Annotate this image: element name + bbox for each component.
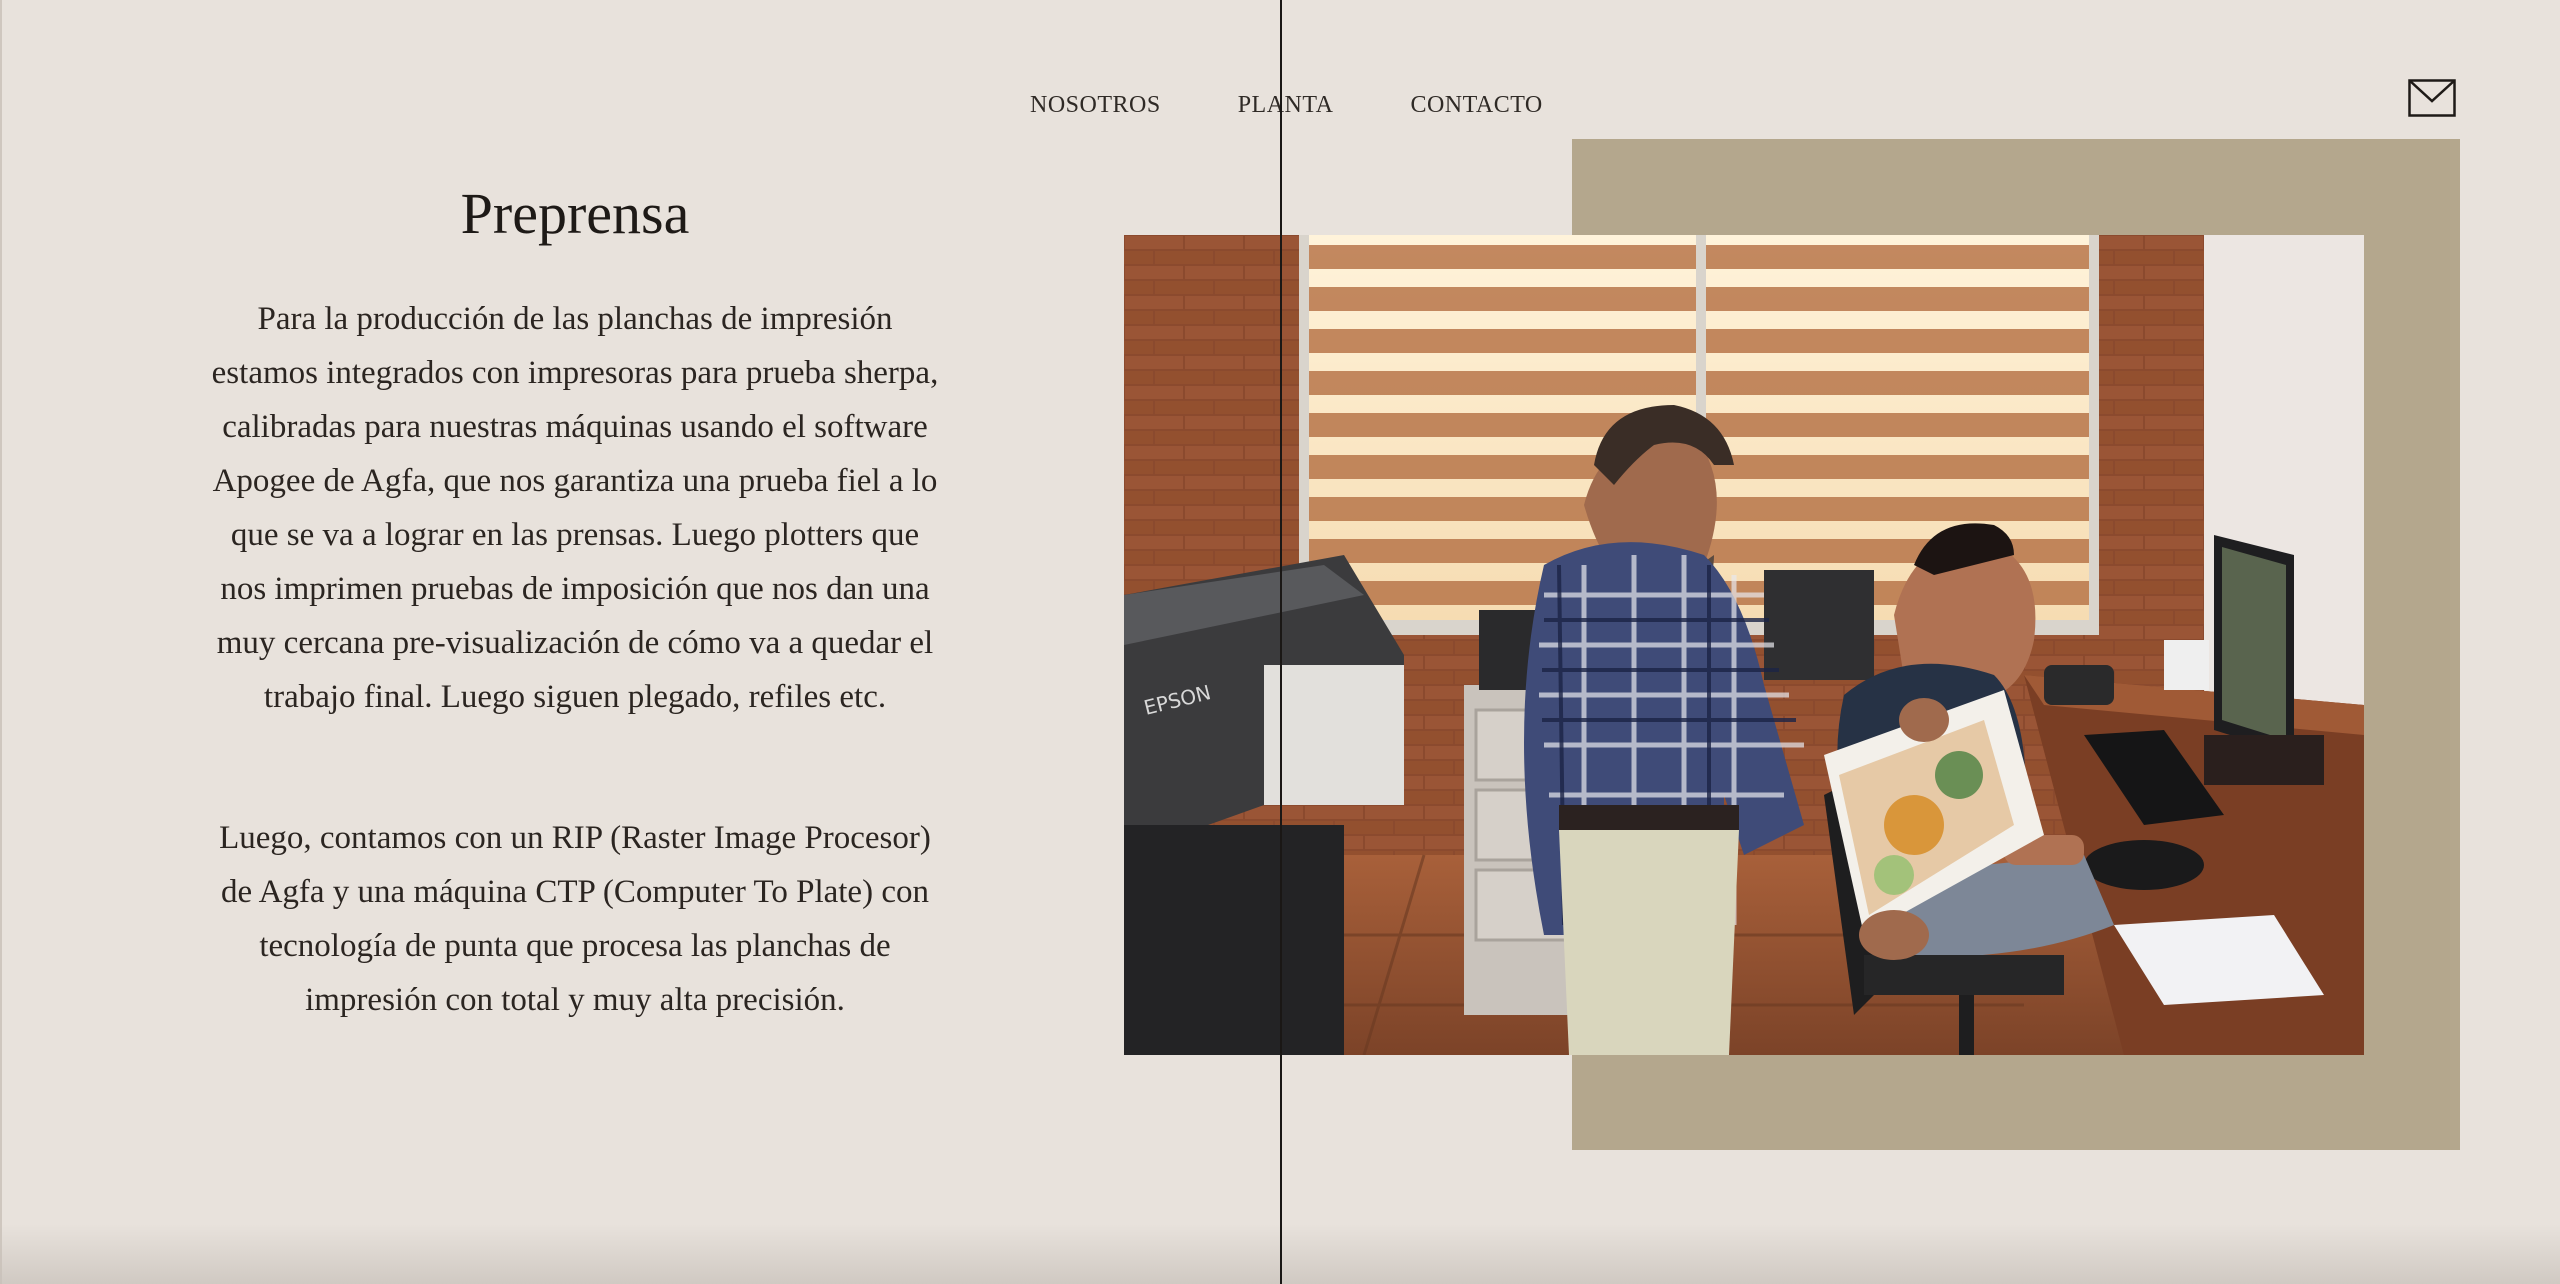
left-edge-line <box>0 0 2 1284</box>
description-paragraph-2: Luego, contamos con un RIP (Raster Image… <box>219 820 931 1018</box>
nav-item-contacto[interactable]: CONTACTO <box>1410 92 1542 119</box>
nav-item-nosotros[interactable]: NOSOTROS <box>1030 92 1161 119</box>
prepress-photo: EPSON <box>1124 235 2364 1055</box>
nav-item-planta[interactable]: PLANTA <box>1238 92 1334 119</box>
page: NOSOTROS PLANTA CONTACTO Preprensa Para … <box>0 0 2560 1284</box>
envelope-icon[interactable] <box>2408 79 2456 117</box>
description-paragraph-1: Para la producción de las planchas de im… <box>211 301 939 715</box>
main-nav: NOSOTROS PLANTA CONTACTO <box>1030 92 1620 119</box>
vertical-divider-line <box>1280 0 1282 1284</box>
page-title: Preprensa <box>460 181 690 246</box>
